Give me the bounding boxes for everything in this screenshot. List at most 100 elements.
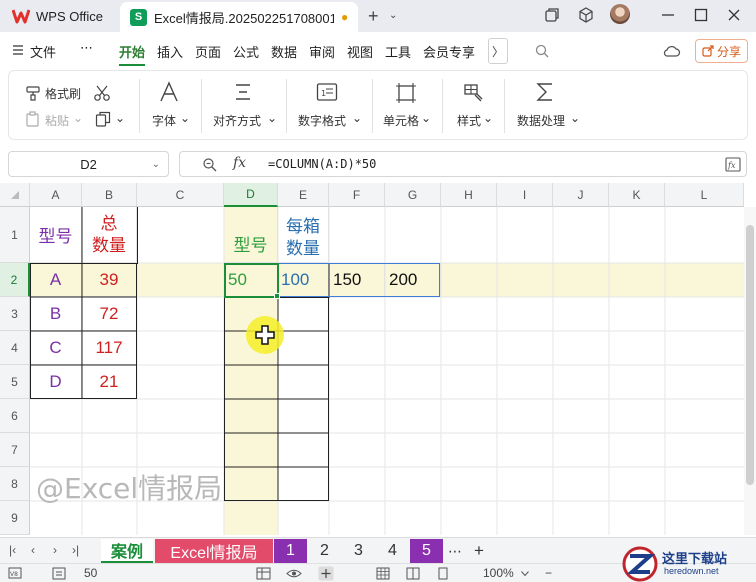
number-format-icon[interactable]: 1 (316, 82, 338, 102)
cell-info-icon[interactable] (52, 567, 66, 580)
vertical-scrollbar[interactable] (744, 207, 756, 535)
minimize-icon[interactable] (660, 7, 676, 23)
column-header-a[interactable]: A (30, 183, 82, 207)
next-sheet-button[interactable]: › (53, 543, 57, 557)
zoom-out-button[interactable]: − (545, 566, 552, 580)
expand-formula-icon[interactable]: fx (725, 157, 741, 172)
last-sheet-button[interactable]: ›| (72, 543, 79, 557)
paste-label[interactable]: 粘贴 (45, 112, 69, 129)
page-view-icon[interactable] (406, 567, 420, 580)
cube-icon[interactable] (578, 7, 594, 23)
zoom-search-icon[interactable] (202, 157, 217, 172)
cell-d1[interactable]: 型号 (224, 207, 278, 263)
window-tile-icon[interactable] (544, 7, 560, 23)
font-dropdown-icon[interactable]: ⌄ (180, 111, 190, 125)
copy-icon[interactable] (95, 111, 111, 127)
spreadsheet-grid[interactable]: A B C D E F G H I J K L 1 2 3 4 5 6 7 8 … (0, 183, 756, 535)
data-processing-label[interactable]: 数据处理 (517, 112, 565, 129)
name-box-dropdown-icon[interactable]: ⌄ (152, 159, 160, 170)
cell-icon[interactable] (395, 82, 417, 104)
name-box[interactable]: D2 ⌄ (8, 151, 169, 177)
more-sheets-button[interactable]: ⋯ (444, 539, 466, 563)
add-sheet-button[interactable]: + (468, 539, 490, 563)
page-break-view-icon[interactable] (436, 567, 450, 580)
eye-protection-icon[interactable] (286, 567, 302, 580)
share-button[interactable]: 分享 (695, 39, 748, 63)
number-format-label[interactable]: 数字格式 (298, 112, 346, 129)
page-layout-icon[interactable] (256, 567, 271, 580)
cell-e1[interactable]: 每箱 数量 (278, 207, 329, 263)
maximize-icon[interactable] (693, 7, 709, 23)
sheet-tab-1[interactable]: 1 (274, 539, 307, 563)
paste-dropdown-icon[interactable]: ⌄ (73, 111, 83, 125)
hamburger-menu-icon[interactable] (12, 44, 24, 56)
sheet-tab-case[interactable]: 案例 (101, 539, 153, 563)
sheet-tab-excel-bureau[interactable]: Excel情报局 (155, 539, 273, 563)
menu-page[interactable]: 页面 (195, 42, 221, 61)
new-tab-button[interactable]: + (368, 6, 379, 27)
cloud-sync-icon[interactable] (663, 43, 681, 59)
column-header-h[interactable]: H (441, 183, 497, 207)
menu-tools[interactable]: 工具 (385, 42, 411, 61)
format-painter-icon[interactable] (25, 85, 43, 101)
user-avatar[interactable] (610, 4, 630, 24)
menu-overflow-button[interactable]: 〉 (488, 38, 508, 64)
column-header-f[interactable]: F (329, 183, 385, 207)
zoom-dropdown-icon[interactable] (521, 571, 529, 576)
sheet-tab-5[interactable]: 5 (410, 539, 443, 563)
sheet-tab-4[interactable]: 4 (376, 539, 409, 563)
wps-home-tab[interactable]: WPS Office (6, 3, 109, 29)
column-header-b[interactable]: B (82, 183, 137, 207)
column-header-j[interactable]: J (553, 183, 609, 207)
data-processing-sigma-icon[interactable] (535, 81, 555, 103)
first-sheet-button[interactable]: |‹ (9, 543, 16, 557)
view-mode-icon[interactable] (318, 566, 334, 581)
font-label[interactable]: 字体 (152, 112, 176, 129)
data-processing-dropdown-icon[interactable]: ⌄ (570, 111, 580, 125)
macro-record-icon[interactable]: V8 (8, 567, 22, 579)
insert-function-icon[interactable]: fx (233, 155, 246, 171)
sheet-tab-2[interactable]: 2 (308, 539, 341, 563)
menu-formulas[interactable]: 公式 (233, 42, 259, 61)
fill-handle[interactable] (274, 293, 280, 299)
cells-dropdown-icon[interactable]: ⌄ (421, 111, 431, 125)
select-all-corner[interactable] (0, 183, 30, 207)
new-tab-dropdown-icon[interactable]: ⌄ (389, 10, 397, 21)
paste-icon[interactable] (25, 111, 41, 127)
close-icon[interactable] (726, 7, 742, 23)
search-icon[interactable] (535, 44, 549, 58)
prev-sheet-button[interactable]: ‹ (31, 543, 35, 557)
column-header-k[interactable]: K (609, 183, 665, 207)
column-header-i[interactable]: I (497, 183, 553, 207)
column-header-e[interactable]: E (278, 183, 329, 207)
styles-label[interactable]: 样式 (457, 112, 481, 129)
column-header-d[interactable]: D (224, 183, 278, 207)
document-tab[interactable]: S Excel情报局.2025022517080013 ● (120, 2, 358, 32)
column-header-l[interactable]: L (665, 183, 744, 207)
menu-file[interactable]: 文件 (30, 42, 56, 61)
menu-more-dots[interactable]: ⋯ (80, 40, 93, 56)
cells-label[interactable]: 单元格 (383, 112, 419, 129)
alignment-dropdown-icon[interactable]: ⌄ (267, 111, 277, 125)
column-header-c[interactable]: C (137, 183, 224, 207)
cut-scissors-icon[interactable] (93, 84, 111, 102)
number-format-dropdown-icon[interactable]: ⌄ (352, 111, 362, 125)
font-icon[interactable] (158, 81, 180, 103)
align-icon[interactable] (233, 82, 253, 102)
alignment-label[interactable]: 对齐方式 (213, 112, 261, 129)
sheet-tab-3[interactable]: 3 (342, 539, 375, 563)
zoom-level[interactable]: 100% (483, 566, 514, 580)
menu-insert[interactable]: 插入 (157, 42, 183, 61)
column-header-g[interactable]: G (385, 183, 441, 207)
scrollbar-thumb[interactable] (746, 225, 754, 485)
menu-review[interactable]: 审阅 (309, 42, 335, 61)
menu-home[interactable]: 开始 (119, 42, 145, 61)
menu-data[interactable]: 数据 (271, 42, 297, 61)
styles-dropdown-icon[interactable]: ⌄ (483, 111, 493, 125)
styles-icon[interactable] (462, 82, 484, 104)
menu-view[interactable]: 视图 (347, 42, 373, 61)
format-painter-label[interactable]: 格式刷 (45, 85, 81, 102)
copy-dropdown-icon[interactable]: ⌄ (115, 111, 125, 125)
menu-member[interactable]: 会员专享 (423, 42, 475, 61)
formula-input[interactable]: fx =COLUMN(A:D)*50 fx (179, 151, 747, 177)
